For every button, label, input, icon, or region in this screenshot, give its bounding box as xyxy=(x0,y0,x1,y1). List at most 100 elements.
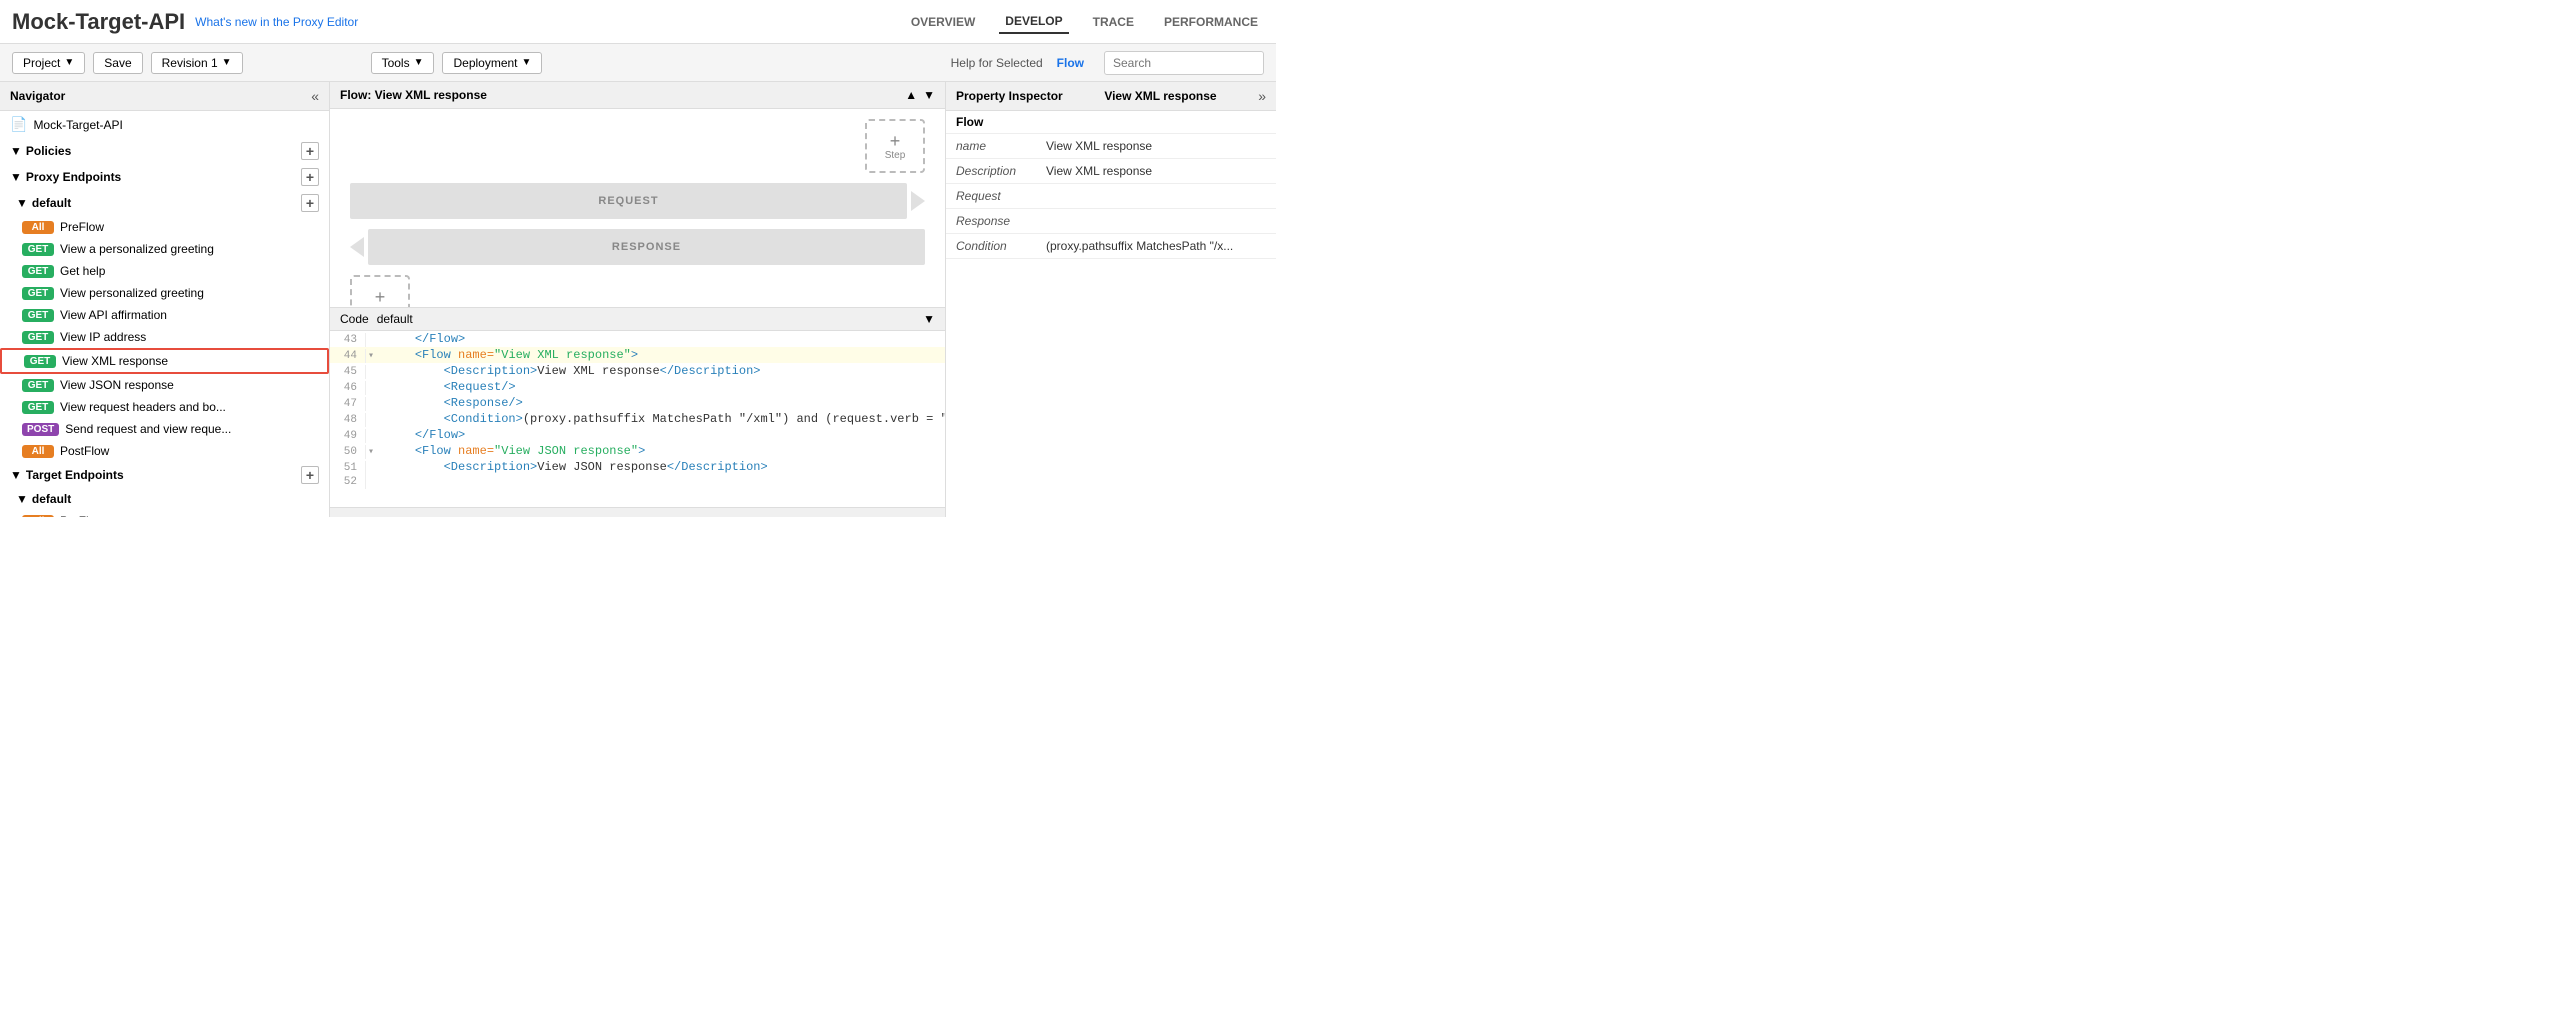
prop-row-condition: Condition (proxy.pathsuffix MatchesPath … xyxy=(946,234,1276,259)
flow-header: Flow: View XML response ▲ ▼ xyxy=(330,82,945,109)
add-step-top-button[interactable]: + Step xyxy=(865,119,925,173)
search-input[interactable] xyxy=(1104,51,1264,75)
prop-key-condition: Condition xyxy=(946,234,1036,259)
nav-flow-label-target-preflow: PreFlow xyxy=(60,514,104,517)
flow-link[interactable]: Flow xyxy=(1057,56,1084,70)
nav-flow-postflow-proxy[interactable]: All PostFlow xyxy=(0,440,329,462)
nav-flow-xml-response[interactable]: GET View XML response xyxy=(0,348,329,374)
deployment-dropdown-icon: ▼ xyxy=(522,57,532,68)
nav-section-target-endpoints[interactable]: ▼ Target Endpoints + xyxy=(0,462,329,488)
project-button[interactable]: Project ▼ xyxy=(12,52,85,74)
nav-root-label: Mock-Target-API xyxy=(33,118,122,132)
nav-flow-request-headers[interactable]: GET View request headers and bo... xyxy=(0,396,329,418)
nav-flow-json-response[interactable]: GET View JSON response xyxy=(0,374,329,396)
proxy-endpoints-add-button[interactable]: + xyxy=(301,168,319,186)
flow-up-icon[interactable]: ▲ xyxy=(905,88,917,102)
revision-dropdown-icon: ▼ xyxy=(222,57,232,68)
badge-get-5: GET xyxy=(24,355,56,368)
add-step-plus-icon: + xyxy=(890,132,901,150)
nav-flow-ip-address[interactable]: GET View IP address xyxy=(0,326,329,348)
badge-get-7: GET xyxy=(22,401,54,414)
deployment-button[interactable]: Deployment ▼ xyxy=(442,52,542,74)
navigator-panel: Navigator « 📄 Mock-Target-API ▼ Policies… xyxy=(0,82,330,517)
nav-flow-target-preflow[interactable]: All PreFlow xyxy=(0,510,329,517)
policies-add-button[interactable]: + xyxy=(301,142,319,160)
target-endpoints-add-button[interactable]: + xyxy=(301,466,319,484)
prop-key-request: Request xyxy=(946,184,1036,209)
top-header: Mock-Target-API What's new in the Proxy … xyxy=(0,0,1276,44)
nav-flow-label-0: View a personalized greeting xyxy=(60,242,214,256)
prop-val-description[interactable]: View XML response xyxy=(1036,159,1276,184)
add-step-label: Step xyxy=(885,150,906,161)
nav-flow-personalized-greeting[interactable]: GET View personalized greeting xyxy=(0,282,329,304)
badge-get-4: GET xyxy=(22,331,54,344)
prop-inspector-title: Property Inspector xyxy=(956,89,1063,103)
nav-flow-get-help[interactable]: GET Get help xyxy=(0,260,329,282)
property-table: name View XML response Description View … xyxy=(946,134,1276,259)
response-label: RESPONSE xyxy=(612,241,681,253)
flow-header-title: Flow: View XML response xyxy=(340,88,487,102)
code-line-44: 44 ▾ <Flow name="View XML response"> xyxy=(330,347,945,363)
badge-get-3: GET xyxy=(22,309,54,322)
nav-subsection-default-target[interactable]: ▼ default xyxy=(0,488,329,510)
default-proxy-add-button[interactable]: + xyxy=(301,194,319,212)
nav-flow-preflow[interactable]: All PreFlow xyxy=(0,216,329,238)
response-flow-row: RESPONSE xyxy=(350,229,925,265)
nav-root-item[interactable]: 📄 Mock-Target-API xyxy=(0,111,329,138)
nav-flow-label-3: View API affirmation xyxy=(60,308,167,322)
prop-section-flow: Flow xyxy=(946,111,1276,134)
revision-button[interactable]: Revision 1 ▼ xyxy=(151,52,243,74)
prop-key-name: name xyxy=(946,134,1036,159)
tab-develop[interactable]: DEVELOP xyxy=(999,10,1068,34)
nav-flow-personalized-greeting-a[interactable]: GET View a personalized greeting xyxy=(0,238,329,260)
prop-val-condition[interactable]: (proxy.pathsuffix MatchesPath "/x... xyxy=(1036,234,1276,259)
add-step-bottom-button[interactable]: + Step xyxy=(350,275,410,307)
whats-new-link[interactable]: What's new in the Proxy Editor xyxy=(195,15,358,29)
prop-row-request: Request xyxy=(946,184,1276,209)
proxy-endpoints-collapse-icon: ▼ xyxy=(10,170,22,184)
tools-button[interactable]: Tools ▼ xyxy=(371,52,435,74)
navigator-collapse-button[interactable]: « xyxy=(311,88,319,104)
default-target-label: default xyxy=(32,492,71,506)
code-body[interactable]: 43 </Flow> 44 ▾ <Flow name="View XML res… xyxy=(330,331,945,507)
app-title: Mock-Target-API xyxy=(12,9,185,35)
main-layout: Navigator « 📄 Mock-Target-API ▼ Policies… xyxy=(0,82,1276,517)
prop-inspector-subtitle: View XML response xyxy=(1104,89,1216,103)
prop-key-description: Description xyxy=(946,159,1036,184)
toolbar: Project ▼ Save Revision 1 ▼ Tools ▼ Depl… xyxy=(0,44,1276,82)
nav-flow-label-1: Get help xyxy=(60,264,105,278)
property-inspector-header: Property Inspector View XML response » xyxy=(946,82,1276,111)
request-flow-row: REQUEST xyxy=(350,183,925,219)
navigator-title: Navigator xyxy=(10,89,65,103)
nav-subsection-default-proxy[interactable]: ▼ default + xyxy=(0,190,329,216)
tab-trace[interactable]: TRACE xyxy=(1087,11,1140,33)
nav-flow-label-8: Send request and view reque... xyxy=(65,422,231,436)
request-bar: REQUEST xyxy=(350,183,907,219)
flow-collapse-btn[interactable]: ▼ xyxy=(923,88,935,102)
nav-flow-label-5: View XML response xyxy=(62,354,168,368)
tab-overview[interactable]: OVERVIEW xyxy=(905,11,981,33)
prop-row-description: Description View XML response xyxy=(946,159,1276,184)
proxy-endpoints-label: Proxy Endpoints xyxy=(26,170,121,184)
top-nav: OVERVIEW DEVELOP TRACE PERFORMANCE xyxy=(905,10,1264,34)
code-scrollbar[interactable] xyxy=(330,507,945,517)
tab-performance[interactable]: PERFORMANCE xyxy=(1158,11,1264,33)
target-endpoints-label: Target Endpoints xyxy=(26,468,124,482)
prop-val-response[interactable] xyxy=(1036,209,1276,234)
nav-section-proxy-endpoints[interactable]: ▼ Proxy Endpoints + xyxy=(0,164,329,190)
nav-flow-label-preflow: PreFlow xyxy=(60,220,104,234)
nav-flow-send-request[interactable]: POST Send request and view reque... xyxy=(0,418,329,440)
nav-section-policies[interactable]: ▼ Policies + xyxy=(0,138,329,164)
default-proxy-collapse-icon: ▼ xyxy=(16,196,28,210)
prop-val-request[interactable] xyxy=(1036,184,1276,209)
prop-val-name[interactable]: View XML response xyxy=(1036,134,1276,159)
save-button[interactable]: Save xyxy=(93,52,142,74)
help-for-selected-label: Help for Selected xyxy=(951,56,1043,70)
prop-inspector-expand-btn[interactable]: » xyxy=(1258,88,1266,104)
prop-key-response: Response xyxy=(946,209,1036,234)
code-collapse-icon[interactable]: ▼ xyxy=(923,312,935,326)
code-line-51: 51 <Description>View JSON response</Desc… xyxy=(330,459,945,475)
code-panel: Code default ▼ 43 </Flow> 44 ▾ <Flow nam… xyxy=(330,307,945,517)
badge-get-1: GET xyxy=(22,265,54,278)
nav-flow-api-affirmation[interactable]: GET View API affirmation xyxy=(0,304,329,326)
